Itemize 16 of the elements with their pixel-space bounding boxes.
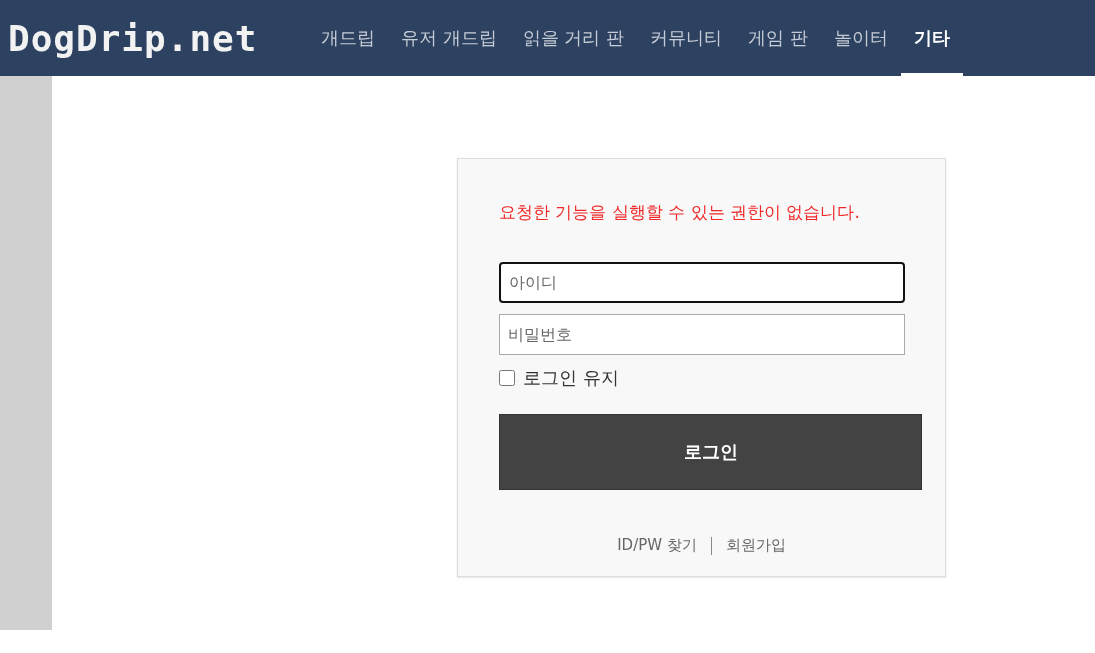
remember-label: 로그인 유지: [523, 366, 619, 390]
id-field[interactable]: 아이디: [499, 262, 905, 303]
nav-tab[interactable]: 놀이터: [820, 0, 901, 76]
nav-tab[interactable]: 커뮤니티: [637, 0, 736, 76]
nav-tab[interactable]: 개드립: [308, 0, 388, 76]
nav-tab[interactable]: 유저 개드립: [388, 0, 510, 76]
error-message: 요청한 기능을 실행할 수 있는 권한이 없습니다.: [499, 201, 861, 224]
password-field[interactable]: 비밀번호: [499, 314, 905, 355]
nav-tab[interactable]: 읽을 거리 판: [509, 0, 638, 76]
remember-checkbox[interactable]: [499, 370, 515, 386]
login-button[interactable]: 로그인: [499, 414, 922, 490]
footer-link[interactable]: 회원가입: [725, 536, 786, 555]
nav-tab[interactable]: 게임 판: [735, 0, 821, 76]
site-logo[interactable]: DogDrip.net: [0, 0, 308, 76]
nav-tab[interactable]: 기타: [900, 0, 963, 76]
footer-link[interactable]: ID/PW 찾기: [617, 536, 697, 555]
